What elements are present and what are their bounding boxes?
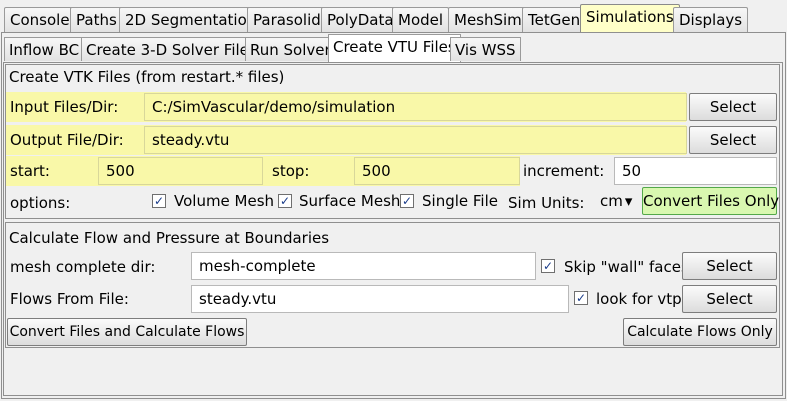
sim-units-value: cm	[600, 192, 623, 210]
mesh-dir-label: mesh complete dir:	[10, 258, 156, 276]
start-label: start:	[10, 162, 50, 180]
input-select-button[interactable]: Select	[689, 93, 777, 121]
tab-tetgen[interactable]: TetGen	[522, 7, 587, 32]
subtab-vis-wss[interactable]: Vis WSS	[450, 37, 521, 61]
increment-field[interactable]: 50	[614, 157, 777, 185]
surface-mesh-label: Surface Mesh	[299, 192, 401, 210]
start-field[interactable]: 500	[98, 157, 263, 185]
options-label: options:	[10, 194, 71, 212]
volume-mesh-label: Volume Mesh	[174, 192, 275, 210]
stop-label: stop:	[272, 162, 310, 180]
single-file-label: Single File	[422, 192, 498, 210]
skip-wall-label: Skip "wall" faces	[564, 258, 689, 276]
flows-file-field[interactable]: steady.vtu	[191, 285, 569, 313]
output-file-label: Output File/Dir:	[10, 131, 124, 149]
sim-units-label: Sim Units:	[508, 194, 585, 212]
skip-wall-checkbox[interactable]: ✓	[541, 259, 555, 273]
single-file-checkbox[interactable]: ✓	[400, 194, 414, 208]
mesh-dir-field[interactable]: mesh-complete	[191, 252, 536, 280]
mesh-dir-select-button[interactable]: Select	[682, 252, 777, 280]
look-for-vtp-checkbox[interactable]: ✓	[574, 291, 588, 305]
subtab-create-solver-files[interactable]: Create 3-D Solver Files	[81, 37, 262, 61]
output-select-button[interactable]: Select	[689, 126, 777, 154]
tab-paths[interactable]: Paths	[70, 7, 123, 32]
increment-label: increment:	[523, 162, 605, 180]
convert-and-calculate-button[interactable]: Convert Files and Calculate Flows	[7, 318, 247, 346]
tab-polydata[interactable]: PolyData	[321, 7, 400, 32]
output-file-field[interactable]: steady.vtu	[144, 126, 687, 154]
tab-console[interactable]: Console	[4, 7, 76, 32]
flows-file-select-button[interactable]: Select	[682, 285, 777, 313]
input-files-field[interactable]: C:/SimVascular/demo/simulation	[144, 93, 687, 121]
flows-file-label: Flows From File:	[10, 290, 129, 308]
tab-2d-segmentation[interactable]: 2D Segmentation	[119, 7, 263, 32]
subtab-inflow-bc[interactable]: Inflow BC	[4, 37, 85, 61]
tab-meshsim[interactable]: MeshSim	[448, 7, 528, 32]
convert-files-only-button[interactable]: Convert Files Only	[642, 187, 779, 215]
chevron-down-icon: ▾	[624, 192, 633, 210]
vtk-section-title: Create VTK Files (from restart.* files)	[9, 68, 285, 86]
stop-field[interactable]: 500	[354, 157, 520, 185]
tab-simulations[interactable]: Simulations	[580, 4, 680, 33]
sim-units-select[interactable]: cm ▾	[600, 192, 632, 210]
tab-model[interactable]: Model	[392, 7, 450, 32]
calculate-flows-only-button[interactable]: Calculate Flows Only	[623, 318, 777, 346]
tab-displays[interactable]: Displays	[673, 7, 749, 32]
volume-mesh-checkbox[interactable]: ✓	[152, 194, 166, 208]
subtab-create-vtu-files[interactable]: Create VTU Files	[328, 34, 461, 63]
tab-parasolid[interactable]: Parasolid	[247, 7, 327, 32]
look-for-vtp-label: look for vtp	[596, 290, 682, 308]
input-files-label: Input Files/Dir:	[10, 98, 119, 116]
subtab-run-solver[interactable]: Run Solver	[245, 37, 336, 61]
surface-mesh-checkbox[interactable]: ✓	[278, 194, 292, 208]
flow-section-title: Calculate Flow and Pressure at Boundarie…	[9, 229, 330, 247]
